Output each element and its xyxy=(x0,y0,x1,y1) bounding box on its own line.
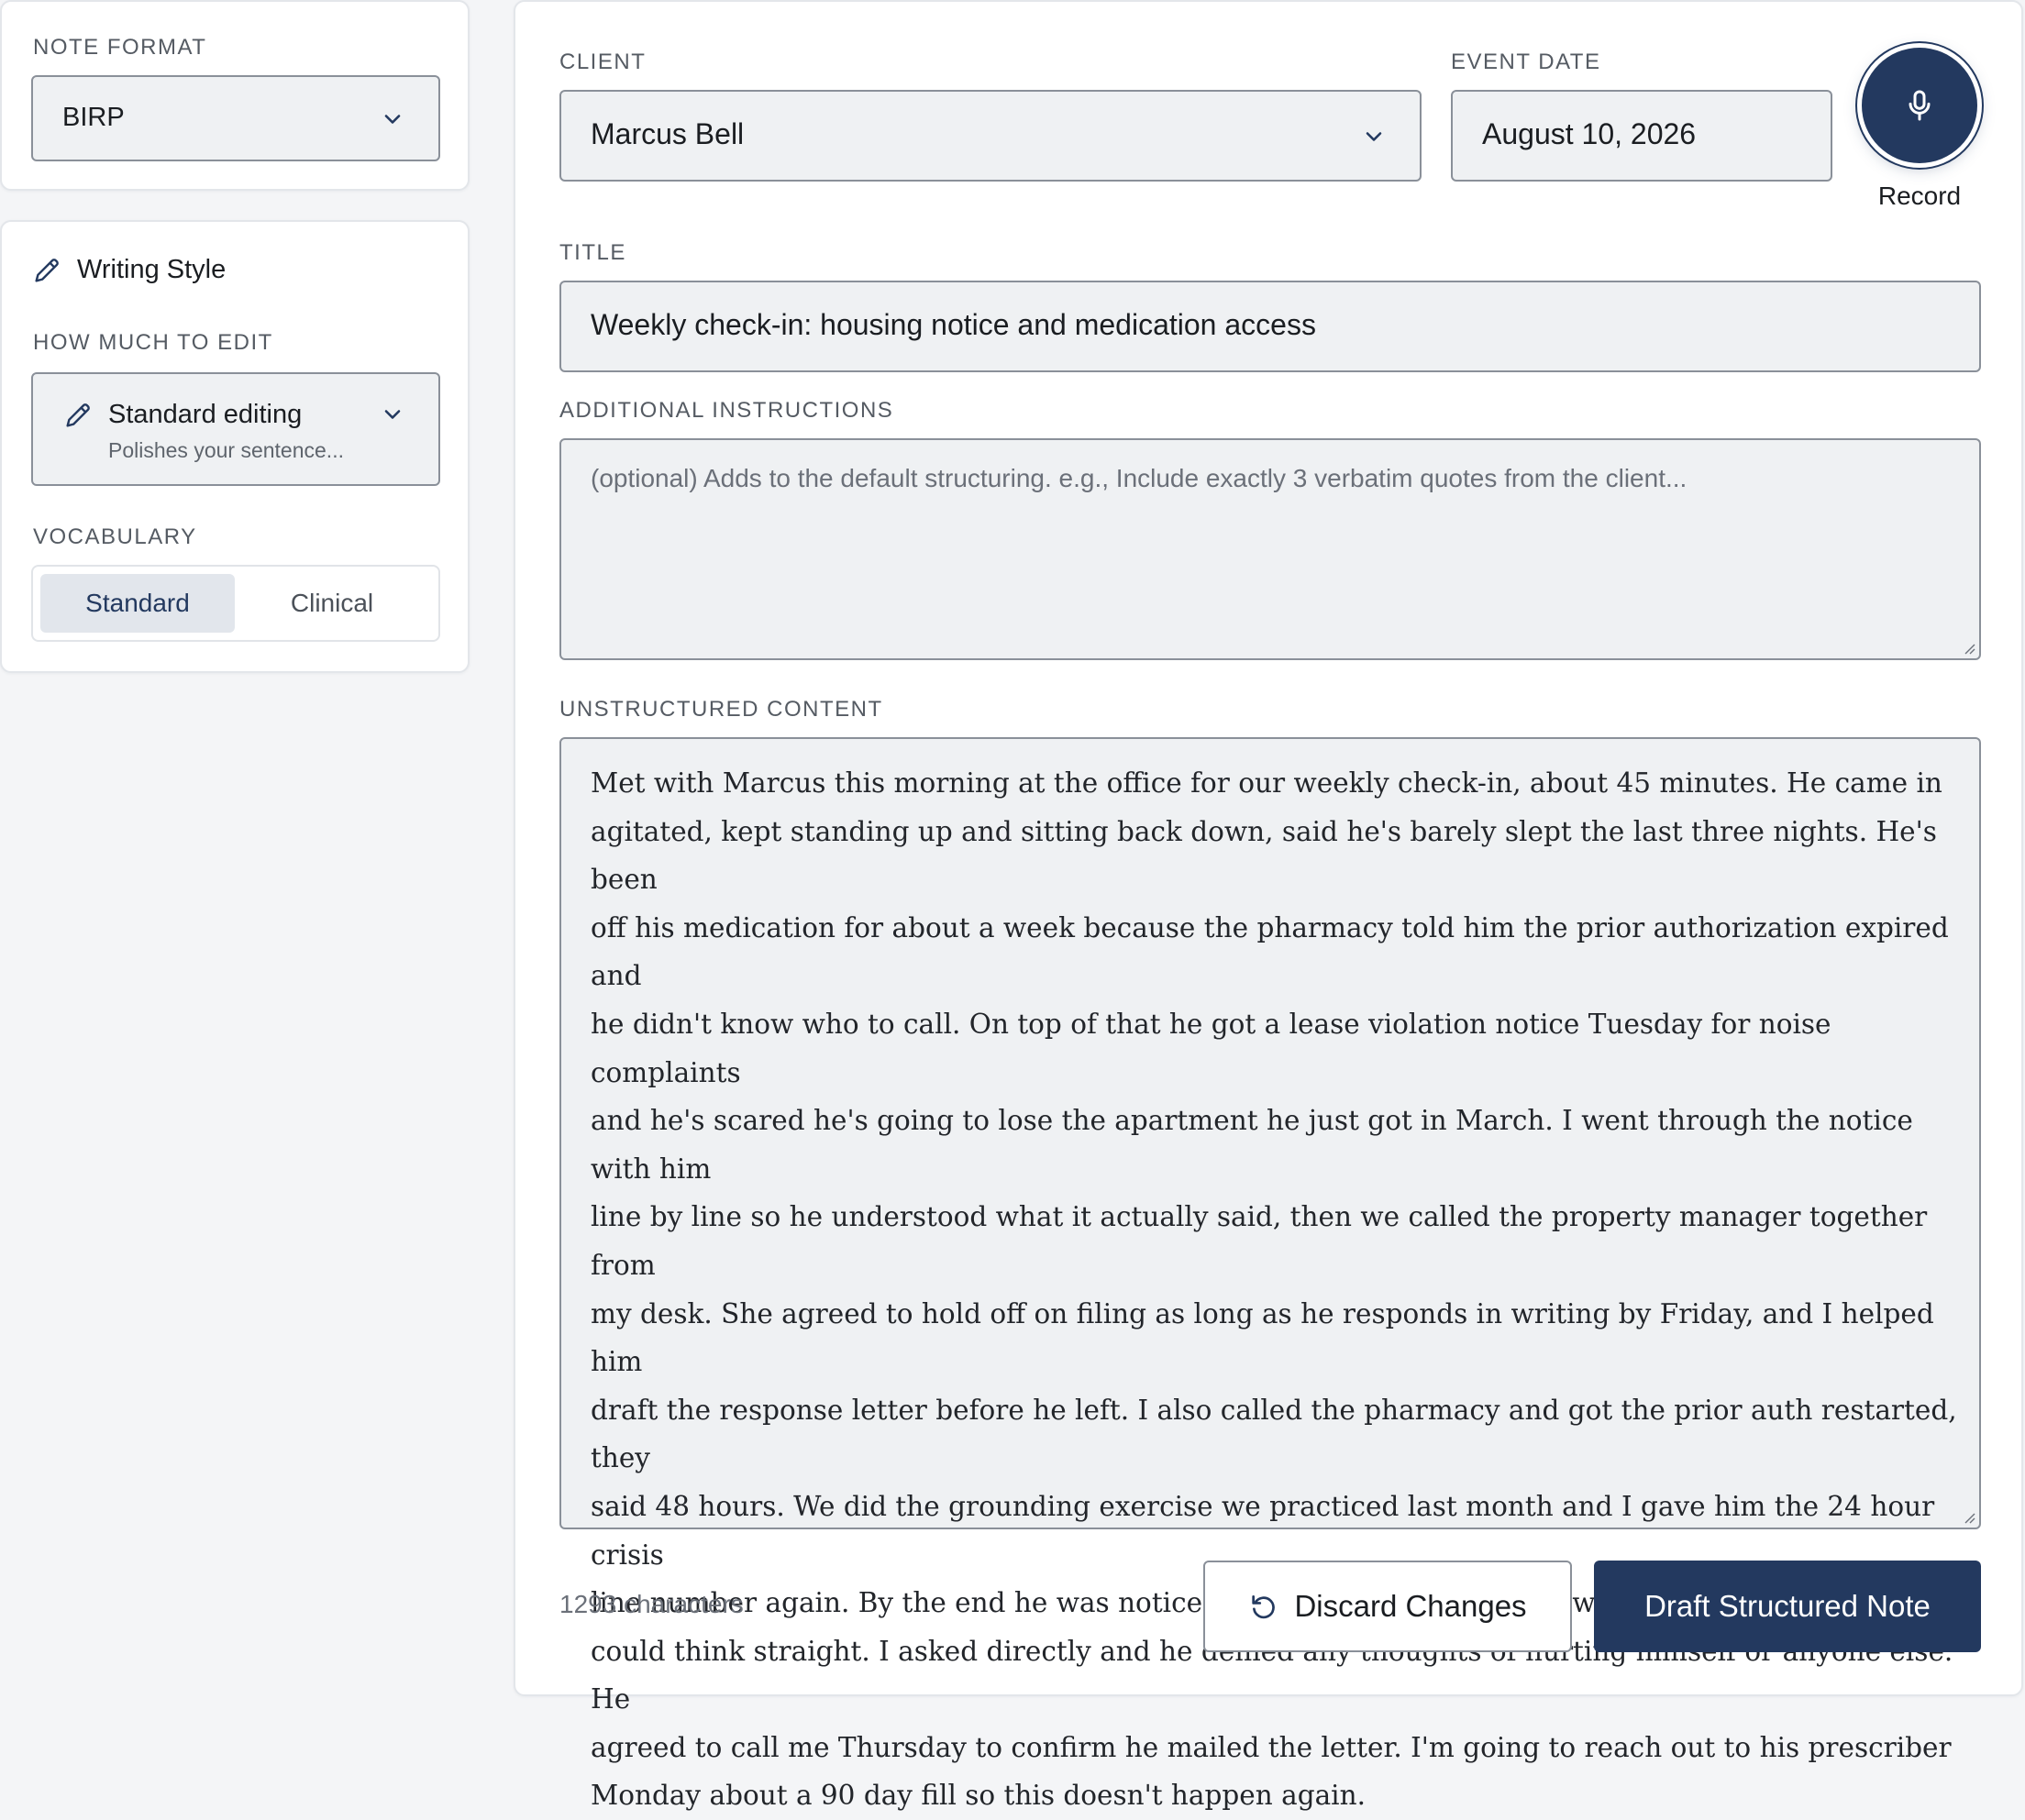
writing-style-card: Writing Style HOW MUCH TO EDIT Standard … xyxy=(0,220,470,673)
content-line: Monday about a 90 day fill so this doesn… xyxy=(591,1780,1366,1812)
content-line: line by line so he understood what it ac… xyxy=(591,1201,1928,1281)
note-editor-card: CLIENT Marcus Bell EVENT DATE August 10,… xyxy=(514,0,2023,1811)
vocabulary-option-clinical[interactable]: Clinical xyxy=(235,574,429,633)
record-label: Record xyxy=(1877,182,1962,210)
draft-structured-note-label: Draft Structured Note xyxy=(1644,1589,1931,1623)
resize-handle-icon[interactable] xyxy=(1961,640,1975,655)
content-line: agitated, kept standing up and sitting b… xyxy=(591,815,1937,896)
event-date-label: EVENT DATE xyxy=(1451,50,1601,74)
pencil-icon xyxy=(35,259,59,282)
note-format-select[interactable]: BIRP xyxy=(31,75,440,161)
chevron-down-icon xyxy=(384,410,401,419)
record-button[interactable] xyxy=(1862,48,1977,163)
note-format-value: BIRP xyxy=(62,103,125,132)
additional-instructions-placeholder: (optional) Adds to the default structuri… xyxy=(591,464,1688,492)
unstructured-content-label: UNSTRUCTURED CONTENT xyxy=(559,697,883,722)
vocabulary-option-standard[interactable]: Standard xyxy=(40,574,235,633)
pencil-icon xyxy=(66,403,90,427)
content-line: my desk. She agreed to hold off on filin… xyxy=(591,1297,1934,1378)
event-date-value: August 10, 2026 xyxy=(1482,117,1697,150)
content-line: and he's scared he's going to lose the a… xyxy=(591,1105,1913,1185)
edit-level-description: Polishes your sentence... xyxy=(108,438,344,462)
undo-icon xyxy=(1252,1595,1276,1619)
note-format-card: NOTE FORMAT BIRP xyxy=(0,0,470,191)
additional-instructions-label: ADDITIONAL INSTRUCTIONS xyxy=(559,398,894,423)
edit-level-value: Standard editing xyxy=(108,400,303,429)
edit-level-select[interactable]: Standard editing Polishes your sentence.… xyxy=(31,372,440,486)
content-line: he didn't know who to call. On top of th… xyxy=(591,1008,1831,1088)
how-much-to-edit-label: HOW MUCH TO EDIT xyxy=(33,330,273,355)
chevron-down-icon xyxy=(384,115,401,124)
client-label: CLIENT xyxy=(559,50,647,74)
character-count: 1293 characters xyxy=(559,1590,744,1618)
content-line: draft the response letter before he left… xyxy=(591,1394,1957,1474)
title-input[interactable]: Weekly check-in: housing notice and medi… xyxy=(559,281,1981,372)
discard-changes-label: Discard Changes xyxy=(1294,1589,1527,1623)
unstructured-content-textarea[interactable]: Met with Marcus this morning at the offi… xyxy=(559,737,1981,1811)
client-select[interactable]: Marcus Bell xyxy=(559,90,1422,182)
microphone-icon xyxy=(1909,90,1931,121)
content-line: agreed to call me Thursday to confirm he… xyxy=(591,1731,1952,1763)
event-date-field[interactable]: August 10, 2026 xyxy=(1451,90,1832,182)
additional-instructions-textarea[interactable]: (optional) Adds to the default structuri… xyxy=(559,438,1981,660)
draft-structured-note-button[interactable]: Draft Structured Note xyxy=(1594,1561,1981,1652)
vocabulary-label: VOCABULARY xyxy=(33,524,197,549)
content-line: Met with Marcus this morning at the offi… xyxy=(591,767,1942,799)
content-line: off his medication for about a week beca… xyxy=(591,911,1949,992)
client-value: Marcus Bell xyxy=(591,117,745,150)
title-label: TITLE xyxy=(559,240,626,265)
discard-changes-button[interactable]: Discard Changes xyxy=(1203,1561,1572,1652)
note-format-label: NOTE FORMAT xyxy=(33,35,207,60)
title-value: Weekly check-in: housing notice and medi… xyxy=(591,308,1316,341)
chevron-down-icon xyxy=(1366,132,1382,141)
writing-style-title: Writing Style xyxy=(77,255,227,284)
vocabulary-toggle: Standard Clinical xyxy=(31,565,440,642)
unstructured-content-body: Met with Marcus this morning at the offi… xyxy=(591,759,1966,1820)
resize-handle-icon[interactable] xyxy=(1961,1509,1975,1524)
